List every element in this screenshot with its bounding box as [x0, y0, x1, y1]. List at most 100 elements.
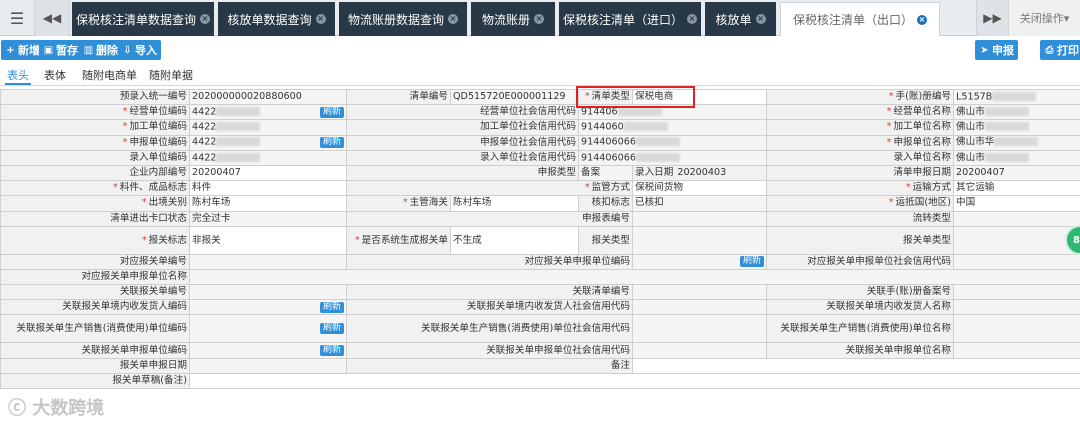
- application-no-field[interactable]: [632, 210, 767, 227]
- customs-office-select[interactable]: 陈村车场: [450, 195, 579, 212]
- internal-no-input[interactable]: 20200407: [189, 164, 347, 182]
- delete-button[interactable]: ▥ 删除: [79, 40, 122, 60]
- related-decl-unit-name-field[interactable]: [188, 268, 1080, 286]
- declarant-credit-code-field[interactable]: 914406066: [578, 134, 767, 151]
- assoc-decl-unit-name-field[interactable]: [953, 342, 1080, 359]
- tab-attached-docs[interactable]: 随附单据: [149, 67, 193, 83]
- entry-unit-name-field[interactable]: 佛山市: [953, 149, 1080, 166]
- tab-bonded-export[interactable]: 保税核注清单（出口） ×: [780, 2, 940, 36]
- customs-type-field[interactable]: [632, 225, 767, 255]
- list-declaration-date-field[interactable]: 20200407: [953, 164, 1080, 182]
- assoc-decl-unit-code-field[interactable]: 刷新: [189, 342, 347, 359]
- close-icon[interactable]: ×: [315, 14, 326, 24]
- processor-credit-code-field[interactable]: 9144060: [578, 119, 767, 136]
- tab-bonded-import[interactable]: 保税核注清单（进口） ×: [559, 2, 701, 36]
- close-operations-dropdown[interactable]: 关闭操作 ▾: [1008, 0, 1080, 36]
- related-decl-unit-credit-field[interactable]: [953, 253, 1080, 270]
- arrival-country-select[interactable]: 中国: [953, 195, 1080, 212]
- related-decl-unit-code-field[interactable]: 刷新: [632, 253, 767, 270]
- field-label: 关联手(账)册备案号: [765, 284, 955, 301]
- table-row: 清单进出卡口状态 完全过卡 申报表编号 流转类型: [0, 210, 1080, 227]
- field-label: 录入单位社会信用代码: [346, 149, 579, 166]
- customs-flag-select[interactable]: 非报关: [189, 225, 347, 255]
- assoc-producer-code-field[interactable]: 刷新: [189, 314, 347, 344]
- entry-unit-code-field[interactable]: 4422: [189, 149, 347, 166]
- assoc-producer-credit-field[interactable]: [632, 314, 767, 344]
- tab-ecommerce-docs[interactable]: 随附电商单: [82, 67, 137, 83]
- declaration-date-field[interactable]: [189, 357, 347, 374]
- delete-label: 删除: [96, 44, 118, 57]
- generate-declaration-select[interactable]: 不生成: [450, 225, 579, 255]
- operator-name-field[interactable]: 佛山市: [953, 104, 1080, 121]
- list-no-field[interactable]: QD515720E000001129: [450, 88, 579, 106]
- tab-release-query[interactable]: 核放单数据查询 ×: [218, 2, 335, 36]
- declarant-name-field[interactable]: 佛山市华: [953, 134, 1080, 151]
- declaration-type-field[interactable]: 备案: [578, 164, 633, 182]
- close-icon[interactable]: ×: [534, 14, 544, 24]
- save-icon: ▣: [43, 44, 54, 56]
- refresh-button[interactable]: 刷新: [319, 323, 344, 335]
- tab-body[interactable]: 表体: [44, 67, 66, 83]
- transport-mode-select[interactable]: 其它运输: [953, 180, 1080, 197]
- tab-header[interactable]: 表头: [5, 67, 31, 85]
- manual-no-field[interactable]: L5157B: [953, 88, 1080, 106]
- import-button[interactable]: ⇩ 导入: [118, 40, 161, 60]
- field-label: * 加工单位编码: [0, 119, 190, 136]
- assoc-decl-unit-credit-field[interactable]: [632, 342, 767, 359]
- assoc-consignee-name-field[interactable]: [953, 299, 1080, 316]
- processor-code-field[interactable]: 4422: [189, 119, 347, 136]
- tab-logistics-query[interactable]: 物流账册数据查询 ×: [339, 2, 467, 36]
- tab-bonded-list-query[interactable]: 保税核注清单数据查询 ×: [72, 2, 214, 36]
- refresh-button[interactable]: 刷新: [739, 256, 764, 268]
- declarant-code-field[interactable]: 4422 刷新: [189, 134, 347, 151]
- assoc-producer-name-field[interactable]: [953, 314, 1080, 344]
- menu-icon[interactable]: ☰: [0, 0, 34, 36]
- verify-flag-field[interactable]: 已核扣: [632, 195, 767, 212]
- supervision-mode-select[interactable]: 保税间货物: [632, 180, 767, 197]
- related-decl-no-field[interactable]: [189, 253, 347, 270]
- material-flag-select[interactable]: 料件: [189, 180, 347, 197]
- operator-code-field[interactable]: 4422 刷新: [189, 104, 347, 121]
- close-icon[interactable]: ×: [200, 14, 210, 24]
- field-label: * 运输方式: [765, 180, 955, 197]
- assoc-manual-no-field[interactable]: [953, 284, 1080, 301]
- assoc-consignee-code-field[interactable]: 刷新: [189, 299, 347, 316]
- refresh-button[interactable]: 刷新: [319, 345, 344, 357]
- close-operations-label: 关闭操作: [1019, 12, 1064, 25]
- tab-release[interactable]: 核放单 ×: [705, 2, 776, 36]
- close-icon[interactable]: ×: [917, 14, 927, 25]
- close-icon[interactable]: ×: [755, 14, 766, 24]
- watermark-logo: ⓒ 大数跨境: [8, 398, 105, 419]
- remark-input[interactable]: [631, 357, 1080, 374]
- assoc-decl-no-field[interactable]: [189, 284, 347, 301]
- gate-status-field[interactable]: 完全过卡: [189, 210, 347, 227]
- field-label: 企业内部编号: [0, 164, 190, 182]
- field-label: * 申报单位编码: [0, 134, 190, 151]
- table-row: * 报关标志 非报关 * 是否系统生成报关单 不生成 报关类型 报关单类型: [0, 225, 1080, 255]
- close-icon[interactable]: ×: [687, 14, 697, 24]
- assoc-list-no-field[interactable]: [632, 284, 767, 301]
- draft-remark-input[interactable]: [188, 372, 1080, 390]
- exit-port-select[interactable]: 陈村车场: [189, 195, 347, 212]
- print-button[interactable]: ⎙ 打印: [1040, 40, 1080, 60]
- refresh-button[interactable]: 刷新: [319, 106, 344, 118]
- entry-unit-credit-code-field[interactable]: 914406066: [578, 149, 767, 166]
- tab-label: 核放单: [715, 12, 752, 27]
- section-tabs: 表头 表体 随附电商单 随附单据: [0, 64, 1080, 86]
- refresh-button[interactable]: 刷新: [319, 301, 344, 313]
- declare-button[interactable]: ➤ 申报: [975, 40, 1018, 60]
- tab-scroll-left-icon[interactable]: ◀◀: [34, 0, 70, 36]
- redacted-mask: [216, 137, 261, 147]
- refresh-button[interactable]: 刷新: [319, 137, 344, 149]
- new-button[interactable]: + 新增: [1, 40, 44, 60]
- close-icon[interactable]: ×: [448, 14, 458, 24]
- processor-name-field[interactable]: 佛山市: [953, 119, 1080, 136]
- transfer-type-field[interactable]: [953, 210, 1080, 227]
- declaration-doc-type-field[interactable]: [953, 225, 1080, 255]
- save-draft-button[interactable]: ▣ 暂存: [39, 40, 82, 60]
- tab-logistics-book[interactable]: 物流账册 ×: [471, 2, 555, 36]
- assoc-consignee-credit-field[interactable]: [632, 299, 767, 316]
- tab-scroll-right-icon[interactable]: ▶▶: [976, 0, 1008, 36]
- print-label: 打印: [1057, 44, 1079, 57]
- pre-entry-no-field[interactable]: 202000000020880600: [189, 88, 347, 106]
